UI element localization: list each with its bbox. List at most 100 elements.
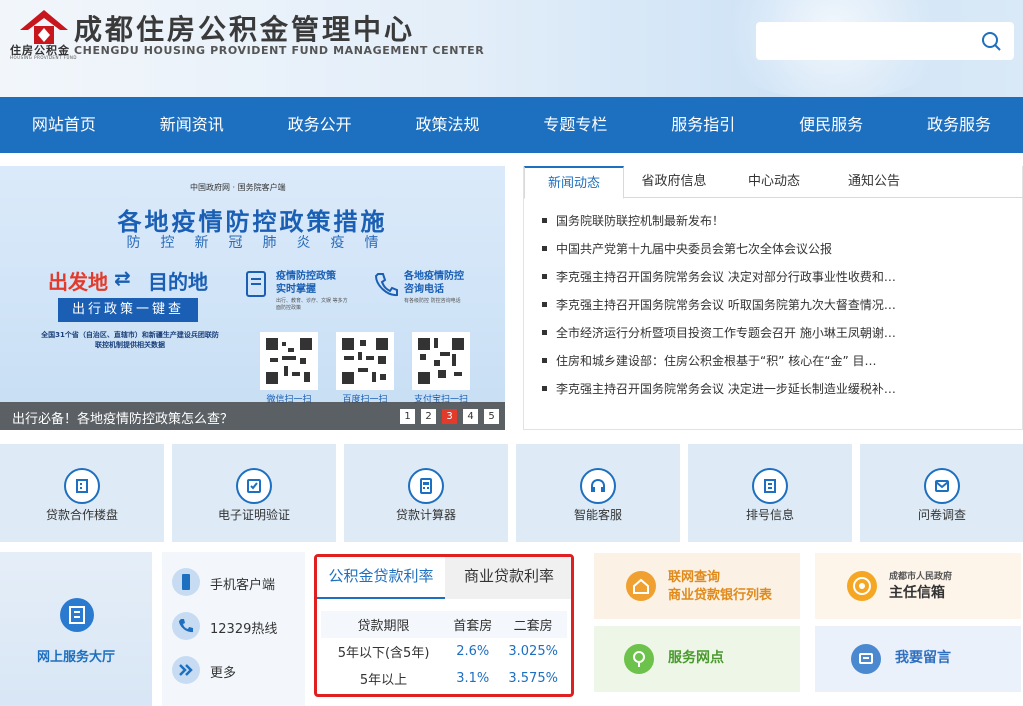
- card-bank-list-line1: 联网查询: [668, 570, 721, 585]
- search-icon[interactable]: [980, 30, 1002, 52]
- rate-table: 贷款期限 首套房 二套房 5年以下(含5年) 2.6% 3.025% 5年以上 …: [321, 611, 567, 692]
- rate-second: 3.575%: [508, 671, 558, 686]
- quick-label: 12329热线: [210, 622, 278, 637]
- banner-info2-title: 各地疫情防控 咨询电话: [404, 271, 464, 295]
- banner-page-4[interactable]: 4: [463, 409, 478, 424]
- search-input[interactable]: [764, 28, 964, 54]
- card-service-outlets-label: 服务网点: [668, 650, 724, 666]
- nav-policies[interactable]: 政策法规: [384, 97, 512, 153]
- tab-news-updates[interactable]: 新闻动态: [524, 166, 624, 199]
- tab-announcements[interactable]: 通知公告: [824, 166, 924, 197]
- news-item[interactable]: 全市经济运行分析暨项目投资工作专题会召开 施小琳王凤朝谢…: [540, 322, 1010, 350]
- location-pin-icon: [624, 644, 654, 674]
- news-item[interactable]: 国务院联防联控机制最新发布！: [540, 210, 1010, 238]
- card-director-small: 成都市人民政府: [889, 572, 953, 582]
- tab-fund-loan-rate[interactable]: 公积金贷款利率: [317, 557, 445, 599]
- main-nav: 网站首页 新闻资讯 政务公开 政策法规 专题专栏 服务指引 便民服务 政务服务: [0, 97, 1023, 153]
- tile-label: 排号信息: [745, 508, 794, 522]
- hall-icon: [60, 598, 94, 632]
- banner-top-logos: 中国政府网 · 国务院客户端: [190, 183, 286, 192]
- hall-label: 网上服务大厅: [36, 650, 115, 665]
- news-item[interactable]: 李克强主持召开国务院常务会议 听取国务院第九次大督查情况…: [540, 294, 1010, 322]
- card-bank-list[interactable]: 联网查询 商业贷款银行列表: [594, 553, 800, 619]
- tile-survey[interactable]: 问卷调查: [860, 444, 1023, 542]
- tile-loan-buildings[interactable]: 贷款合作楼盘: [0, 444, 164, 542]
- hotline-icon: [172, 612, 200, 640]
- rate-table-header: 贷款期限 首套房 二套房: [321, 611, 567, 638]
- nav-news[interactable]: 新闻资讯: [128, 97, 256, 153]
- news-item[interactable]: 李克强主持召开国务院常务会议 决定进一步延长制造业缓税补…: [540, 378, 1010, 406]
- tab-center-updates[interactable]: 中心动态: [724, 166, 824, 197]
- nav-public-affairs[interactable]: 政务公开: [256, 97, 384, 153]
- banner-info1-sub: 出行、教育、诊疗、文娱 等多方面防控政策: [276, 298, 348, 311]
- banner-page-3[interactable]: 3: [442, 409, 457, 424]
- banner-page-2[interactable]: 2: [421, 409, 436, 424]
- queue-ticket-icon: [752, 468, 788, 504]
- qr-code-wechat: [260, 332, 318, 390]
- card-service-outlets[interactable]: 服务网点: [594, 626, 800, 692]
- swap-arrow-icon: ⇄: [114, 266, 131, 290]
- card-director-mailbox[interactable]: 成都市人民政府 主任信箱: [815, 553, 1021, 619]
- tab-commercial-loan-rate[interactable]: 商业贷款利率: [447, 557, 571, 599]
- tile-label: 智能客服: [573, 508, 622, 522]
- quick-label: 手机客户端: [210, 578, 276, 593]
- news-item[interactable]: 中国共产党第十九届中央委员会第七次全体会议公报: [540, 238, 1010, 266]
- rate-first: 3.1%: [456, 671, 490, 686]
- col-first-home: 首套房: [446, 611, 500, 638]
- qr-code-baidu: [336, 332, 394, 390]
- tile-e-certificate[interactable]: 电子证明验证: [172, 444, 336, 542]
- house-icon: [626, 571, 656, 601]
- news-panel: 新闻动态 省政府信息 中心动态 通知公告 国务院联防联控机制最新发布！ 中国共产…: [523, 166, 1023, 430]
- tile-loan-calculator[interactable]: 贷款计算器: [344, 444, 508, 542]
- logo-text-en: HOUSING PROVIDENT FUND: [10, 55, 77, 60]
- site-title-en: CHENGDU HOUSING PROVIDENT FUND MANAGEMEN…: [74, 44, 485, 57]
- nav-gov-service[interactable]: 政务服务: [895, 97, 1023, 153]
- banner-to: 目的地: [148, 270, 208, 294]
- banner-info1-title: 疫情防控政策 实时掌握: [276, 271, 336, 295]
- message-icon: [851, 644, 881, 674]
- search-box: [756, 22, 1014, 60]
- tile-label: 问卷调查: [917, 508, 966, 522]
- rate-tabs: 公积金贷款利率 商业贷款利率: [317, 557, 571, 599]
- nav-service-guide[interactable]: 服务指引: [639, 97, 767, 153]
- calculator-icon: [408, 468, 444, 504]
- banner-info2-sub: 有各级防控 防控咨询电话: [404, 298, 461, 304]
- quick-label: 更多: [210, 666, 237, 681]
- card-bank-list-line2: 商业贷款银行列表: [668, 588, 773, 603]
- banner-caption[interactable]: 出行必备！各地疫情防控政策怎么查？: [12, 408, 233, 427]
- tile-queue-info[interactable]: 排号信息: [688, 444, 852, 542]
- card-director-label: 主任信箱: [889, 585, 945, 601]
- nav-topics[interactable]: 专题专栏: [512, 97, 640, 153]
- phone-call-icon: [374, 273, 398, 297]
- document-icon: [246, 271, 266, 297]
- loan-rate-panel: 公积金贷款利率 商业贷款利率 贷款期限 首套房 二套房 5年以下(含5年) 2.…: [314, 554, 574, 697]
- quick-links: 手机客户端 12329热线 更多: [162, 552, 305, 706]
- nav-home[interactable]: 网站首页: [0, 97, 128, 153]
- online-service-hall[interactable]: 网上服务大厅: [0, 552, 152, 706]
- banner-carousel[interactable]: 中国政府网 · 国务院客户端 各地疫情防控政策措施 防控新冠肺炎疫情 出发地 ⇄…: [0, 166, 505, 430]
- news-item[interactable]: 李克强主持召开国务院常务会议 决定对部分行政事业性收费和…: [540, 266, 1010, 294]
- rate-term: 5年以上: [359, 673, 408, 688]
- rate-first: 2.6%: [456, 644, 490, 659]
- banner-page-5[interactable]: 5: [484, 409, 499, 424]
- certificate-icon: [236, 468, 272, 504]
- col-second-home: 二套房: [499, 611, 567, 638]
- survey-icon: [924, 468, 960, 504]
- news-item[interactable]: 住房和城乡建设部：住房公积金根基于“积” 核心在“金” 目…: [540, 350, 1010, 378]
- banner-subtitle: 防控新冠肺炎疫情: [126, 235, 399, 251]
- header: 住房公积金 HOUSING PROVIDENT FUND 成都住房公积金管理中心…: [0, 0, 1023, 97]
- tab-provincial-info[interactable]: 省政府信息: [624, 166, 724, 197]
- tile-label: 电子证明验证: [217, 508, 290, 522]
- qr-code-alipay: [412, 332, 470, 390]
- more-icon: [172, 656, 200, 684]
- card-leave-message[interactable]: 我要留言: [815, 626, 1021, 692]
- news-tabs: 新闻动态 省政府信息 中心动态 通知公告: [524, 166, 1023, 199]
- banner-page-1[interactable]: 1: [400, 409, 415, 424]
- nav-convenience[interactable]: 便民服务: [767, 97, 895, 153]
- tile-label: 贷款合作楼盘: [45, 508, 118, 522]
- phone-icon: [172, 568, 200, 596]
- tile-smart-service[interactable]: 智能客服: [516, 444, 680, 542]
- building-icon: [64, 468, 100, 504]
- banner-query-button[interactable]: 出行政策一键查: [58, 298, 198, 322]
- table-row: 5年以下(含5年) 2.6% 3.025%: [321, 638, 567, 665]
